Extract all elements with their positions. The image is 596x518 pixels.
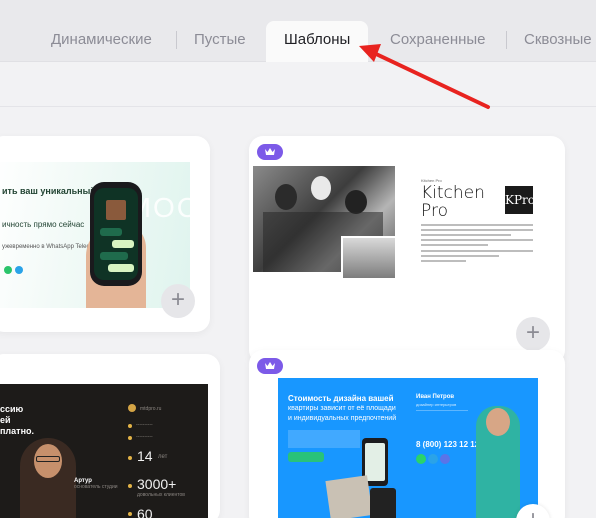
interior-photo — [341, 236, 397, 280]
person-photo — [476, 406, 520, 518]
brand-icon — [128, 404, 136, 412]
phone-image — [370, 488, 396, 518]
template-heading: ссию — [0, 404, 24, 414]
crown-icon — [265, 362, 275, 369]
template-card-kitchen-pro[interactable]: Kitchen Pro Kitchen Pro KPro + — [249, 136, 565, 364]
tab-templates[interactable]: Шаблоны — [266, 21, 369, 62]
template-heading: ить ваш уникальный — [2, 186, 96, 196]
templates-grid: иМОСТЬ ить ваш уникальный ичность прямо … — [0, 62, 596, 518]
template-desc: ужевременно в WhatsApp Telegram — [2, 244, 101, 250]
template-card-dark[interactable]: ссию ей платно. Артур основатель студии … — [0, 354, 220, 518]
template-heading: Стоимость дизайна вашей — [288, 394, 394, 403]
template-thumbnail: иМОСТЬ ить ваш уникальный ичность прямо … — [0, 162, 190, 308]
premium-badge — [257, 358, 283, 374]
whatsapp-icon — [416, 454, 426, 464]
tab-through[interactable]: Сквозные — [524, 28, 592, 52]
stat-years: 14 — [137, 448, 153, 464]
template-body-text — [421, 224, 533, 249]
phone-number: 8 (800) 123 12 12 — [416, 440, 480, 449]
viber-icon — [440, 454, 450, 464]
tab-divider — [506, 31, 507, 49]
template-thumbnail: Стоимость дизайна вашей квартиры зависит… — [278, 378, 538, 518]
template-card-mint[interactable]: иМОСТЬ ить ваш уникальный ичность прямо … — [0, 136, 210, 332]
stat-projects: 3000+ — [137, 476, 177, 492]
add-template-button[interactable]: + — [161, 284, 195, 318]
stat-third: 60 — [137, 506, 153, 518]
template-card-blue[interactable]: Стоимость дизайна вашей квартиры зависит… — [249, 350, 565, 518]
phone-screen — [94, 188, 138, 280]
tab-saved[interactable]: Сохраненные — [390, 28, 486, 52]
template-thumbnail: ссию ей платно. Артур основатель студии … — [0, 384, 208, 518]
premium-badge — [257, 144, 283, 160]
template-tabs: Динамические Пустые Шаблоны Сохраненные … — [0, 0, 596, 62]
tab-divider — [176, 31, 177, 49]
telegram-icon — [428, 454, 438, 464]
divider — [0, 106, 596, 107]
phone-image — [90, 182, 142, 286]
crown-icon — [265, 148, 275, 155]
kitchen-pro-logo: KPro — [505, 186, 535, 214]
tab-empty[interactable]: Пустые — [194, 28, 246, 52]
template-title: Kitchen Pro — [421, 183, 485, 221]
catalog-image — [325, 475, 373, 518]
tab-dynamic[interactable]: Динамические — [51, 28, 152, 52]
template-subheading: ичность прямо сейчас — [2, 220, 85, 229]
person-name: Иван Петров — [416, 394, 455, 400]
telegram-icon — [15, 266, 23, 274]
person-photo — [20, 438, 76, 518]
add-template-button[interactable]: + — [516, 317, 550, 351]
cta-button — [288, 452, 324, 462]
whatsapp-icon — [4, 266, 12, 274]
template-thumbnail: Kitchen Pro Kitchen Pro KPro — [253, 166, 545, 284]
